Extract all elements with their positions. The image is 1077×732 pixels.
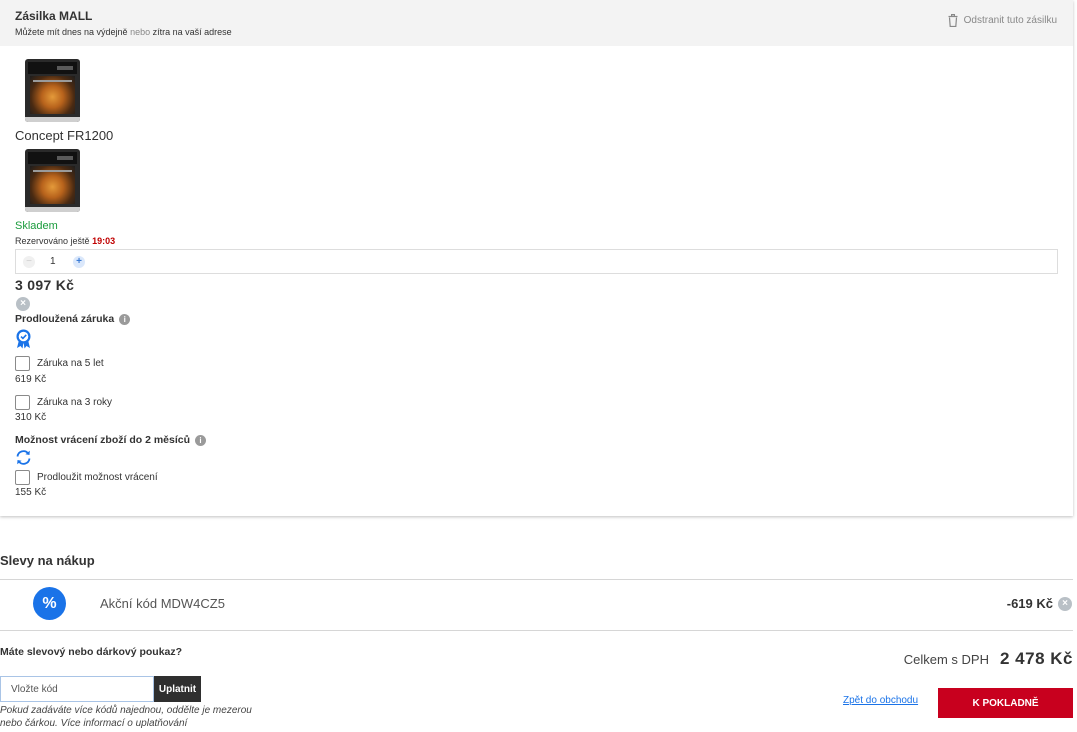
returns-info-icon[interactable]: i <box>195 434 207 446</box>
extend-return-label[interactable]: Prodloužit možnost vrácení <box>37 472 158 483</box>
remove-product-icon[interactable]: × <box>16 297 30 311</box>
total-value: 2 478 Kč <box>1000 649 1073 668</box>
voucher-question: Máte slevový nebo dárkový poukaz? <box>0 646 183 658</box>
rosette-badge-icon <box>16 329 31 349</box>
warranty-5-years-label[interactable]: Záruka na 5 let <box>37 358 104 369</box>
warranty-info-icon[interactable]: i <box>119 313 131 325</box>
percent-icon: % <box>33 587 66 620</box>
extend-return-price: 155 Kč <box>15 487 47 498</box>
reservation-info: Rezervováno ještě 19:03 <box>15 236 115 246</box>
trash-icon <box>948 14 958 27</box>
shipment-card: Zásilka MALL Můžete mít dnes na výdejně … <box>0 0 1073 516</box>
shipment-header: Zásilka MALL Můžete mít dnes na výdejně … <box>0 0 1073 46</box>
remove-discount-icon[interactable]: × <box>1058 597 1072 611</box>
product-image-secondary[interactable] <box>25 149 80 212</box>
subtitle-or: nebo <box>130 27 151 37</box>
warranty-3-years-price: 310 Kč <box>15 412 47 423</box>
checkout-button[interactable]: K POKLADNĚ <box>938 688 1073 718</box>
warranty-title: Prodloužená záruka <box>15 313 115 325</box>
remove-shipment-button[interactable]: Odstranit tuto zásilku <box>948 14 1057 27</box>
warranty-title-row: Prodloužená záruka i <box>15 313 131 325</box>
quantity-increase-button[interactable]: + <box>73 256 85 268</box>
refresh-icon <box>16 450 31 465</box>
discount-code-label: Akční kód MDW4CZ5 <box>100 596 225 611</box>
quantity-decrease-button[interactable]: − <box>23 256 35 268</box>
warranty-5-years-checkbox[interactable] <box>15 356 30 371</box>
divider <box>0 579 1073 580</box>
reserved-time: 19:03 <box>92 236 116 246</box>
product-name[interactable]: Concept FR1200 <box>15 128 113 143</box>
reserved-label: Rezervováno ještě <box>15 236 90 246</box>
shipment-title: Zásilka MALL <box>15 9 93 23</box>
discounts-title: Slevy na nákup <box>0 553 95 568</box>
product-image[interactable] <box>25 59 80 122</box>
warranty-3-years-checkbox[interactable] <box>15 395 30 410</box>
subtitle-part1: Můžete mít dnes na výdejně <box>15 27 128 37</box>
warranty-3-years-label[interactable]: Záruka na 3 roky <box>37 397 112 408</box>
apply-voucher-button[interactable]: Uplatnit <box>154 676 201 702</box>
subtitle-part2: zítra na vaší adrese <box>152 27 232 37</box>
quantity-stepper: − 1 + <box>15 249 1058 274</box>
returns-title-row: Možnost vrácení zboží do 2 měsíců i <box>15 434 207 446</box>
voucher-hint: Pokud zadáváte více kódů najednou, odděl… <box>0 705 252 729</box>
product-price: 3 097 Kč <box>15 277 75 293</box>
stock-status: Skladem <box>15 220 58 232</box>
total-label: Celkem s DPH <box>903 652 989 667</box>
voucher-code-input[interactable] <box>0 676 154 702</box>
extend-return-checkbox[interactable] <box>15 470 30 485</box>
back-to-shop-link[interactable]: Zpět do obchodu <box>843 695 918 706</box>
discount-code-value: -619 Kč <box>1006 596 1053 611</box>
remove-shipment-label: Odstranit tuto zásilku <box>963 15 1057 26</box>
quantity-value[interactable]: 1 <box>50 256 56 267</box>
shipment-subtitle: Můžete mít dnes na výdejně nebo zítra na… <box>15 27 232 37</box>
returns-title: Možnost vrácení zboží do 2 měsíců <box>15 434 191 446</box>
warranty-5-years-price: 619 Kč <box>15 374 47 385</box>
divider <box>0 630 1073 631</box>
